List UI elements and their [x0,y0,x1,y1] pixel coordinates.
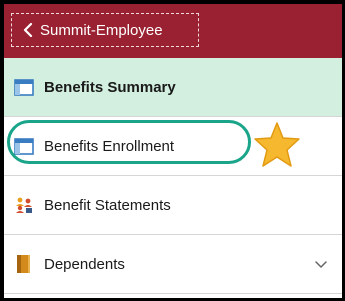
nav-item-label: Benefits Summary [44,78,176,96]
nav-item-label: Benefit Statements [44,196,171,214]
app-frame: Summit-Employee Benefits Summary Benefit… [0,0,345,301]
back-button[interactable]: Summit-Employee [11,13,199,47]
star-icon [252,121,302,169]
nav-item-benefit-statements[interactable]: Benefit Statements [4,176,342,235]
nav-item-label: Benefits Enrollment [44,137,175,155]
page-list-icon [12,136,36,156]
nav-item-label: Dependents [44,255,125,273]
side-nav: Benefits Summary Benefits Enrollment Ben… [4,58,342,294]
chevron-left-icon [16,23,40,37]
nav-item-benefits-summary[interactable]: Benefits Summary [4,58,342,117]
book-icon [12,254,36,274]
chevron-down-icon[interactable] [314,257,328,271]
page-list-icon [12,77,36,97]
nav-item-dependents[interactable]: Dependents [4,235,342,294]
back-button-label: Summit-Employee [40,21,163,39]
nav-header: Summit-Employee [4,4,342,58]
people-statements-icon [12,195,36,215]
